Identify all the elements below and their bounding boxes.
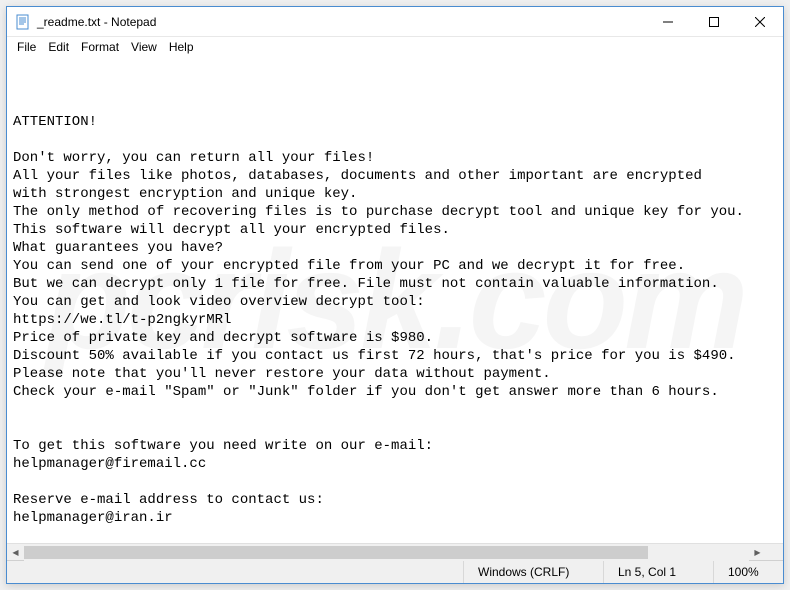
notepad-app-icon (15, 14, 31, 30)
status-cursor-position: Ln 5, Col 1 (603, 561, 713, 583)
scroll-thumb[interactable] (24, 546, 648, 559)
status-line-ending: Windows (CRLF) (463, 561, 603, 583)
menu-edit[interactable]: Edit (42, 38, 75, 56)
statusbar: Windows (CRLF) Ln 5, Col 1 100% (7, 560, 783, 583)
maximize-button[interactable] (691, 7, 737, 36)
window-controls (645, 7, 783, 36)
menubar: File Edit Format View Help (7, 37, 783, 57)
scroll-corner (766, 544, 783, 561)
status-zoom-level: 100% (713, 561, 783, 583)
minimize-button[interactable] (645, 7, 691, 36)
menu-format[interactable]: Format (75, 38, 125, 56)
notepad-window: _readme.txt - Notepad File Edit Format V… (6, 6, 784, 584)
text-editor-area[interactable]: pcrisk.com ATTENTION! Don't worry, you c… (7, 57, 783, 543)
window-title: _readme.txt - Notepad (37, 15, 156, 29)
menu-help[interactable]: Help (163, 38, 200, 56)
menu-view[interactable]: View (125, 38, 163, 56)
scroll-right-button[interactable]: ▶ (749, 544, 766, 561)
titlebar[interactable]: _readme.txt - Notepad (7, 7, 783, 37)
menu-file[interactable]: File (11, 38, 42, 56)
scroll-left-button[interactable]: ◀ (7, 544, 24, 561)
scroll-track[interactable] (24, 544, 749, 561)
document-content[interactable]: ATTENTION! Don't worry, you can return a… (13, 113, 777, 543)
horizontal-scrollbar[interactable]: ◀ ▶ (7, 543, 783, 560)
close-button[interactable] (737, 7, 783, 36)
